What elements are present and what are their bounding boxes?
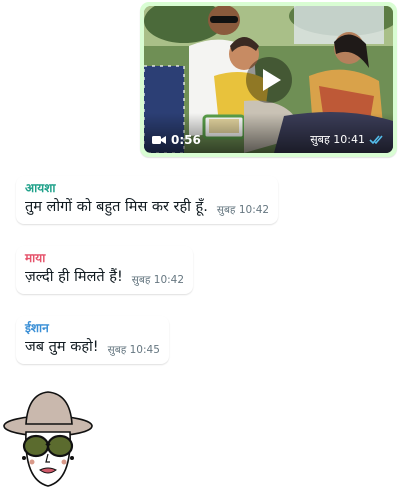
play-button[interactable] — [246, 57, 292, 103]
incoming-message[interactable]: ईशान जब तुम कहो! सुबह 10:45 — [16, 316, 169, 364]
message-text: तुम लोगों को बहुत मिस कर रही हूँ. — [25, 199, 208, 215]
sender-name[interactable]: आयशा — [25, 180, 269, 196]
videocam-icon — [152, 136, 166, 144]
incoming-message[interactable]: माया ज़ल्दी ही मिलते हैं! सुबह 10:42 — [16, 246, 194, 294]
video-duration: 0:56 — [171, 133, 201, 147]
play-icon — [262, 69, 281, 91]
video-thumbnail[interactable]: 0:56 सुबह 10:41 — [144, 6, 393, 153]
double-check-icon — [369, 134, 383, 144]
message-time: सुबह 10:42 — [216, 204, 270, 216]
sender-name[interactable]: माया — [25, 250, 184, 266]
video-time: सुबह 10:41 — [310, 133, 365, 146]
sender-name[interactable]: ईशान — [25, 320, 160, 336]
message-text: ज़ल्दी ही मिलते हैं! — [25, 269, 123, 285]
message-time: सुबह 10:42 — [131, 274, 185, 286]
video-timestamp-info: सुबह 10:41 — [310, 132, 385, 147]
message-text: जब तुम कहो! — [25, 339, 99, 355]
video-duration-info: 0:56 — [152, 133, 201, 147]
hat-lady-sticker-icon — [3, 391, 93, 487]
outgoing-video-message[interactable]: 0:56 सुबह 10:41 — [140, 2, 397, 157]
incoming-message[interactable]: आयशा तुम लोगों को बहुत मिस कर रही हूँ. स… — [16, 176, 279, 224]
sticker-message[interactable] — [2, 388, 96, 492]
message-time: सुबह 10:45 — [107, 344, 160, 356]
